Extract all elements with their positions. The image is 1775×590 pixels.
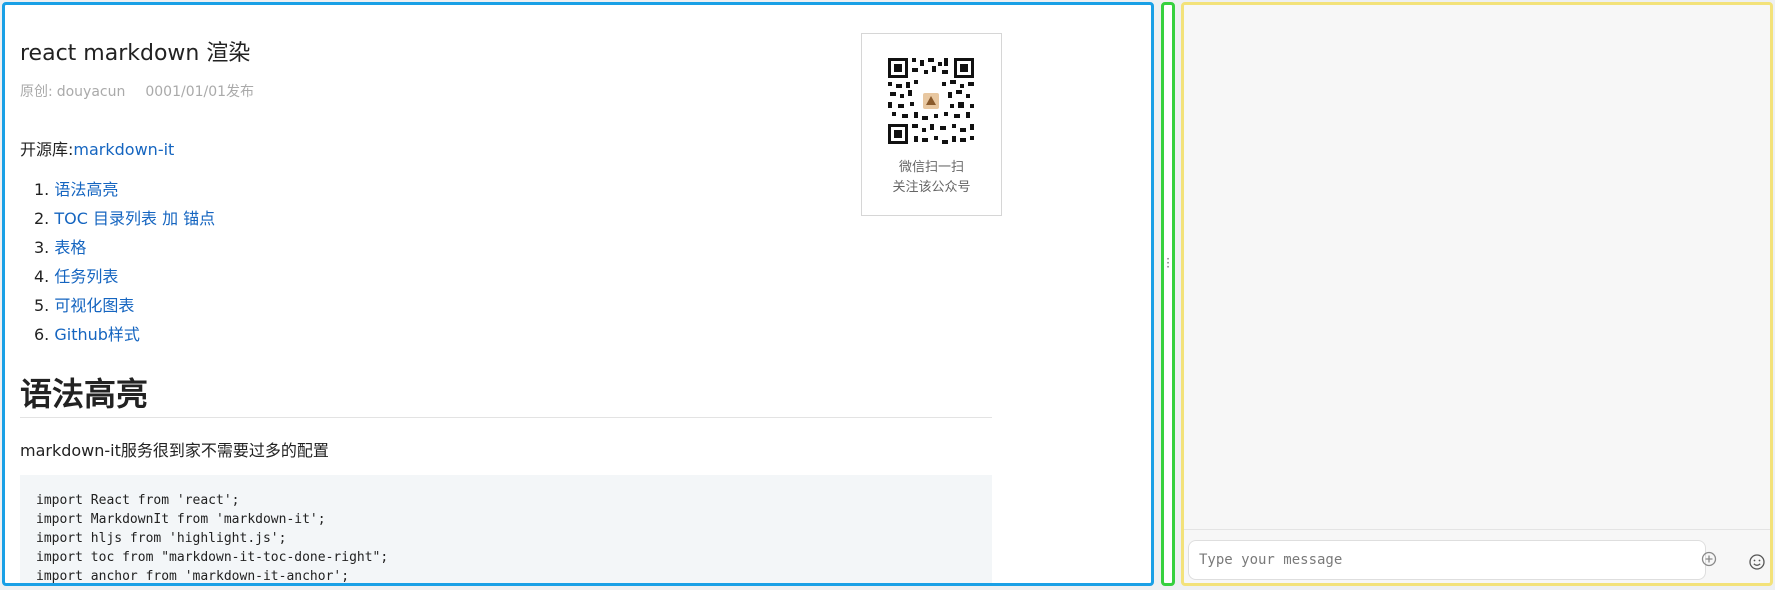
panel-resize-handle[interactable]: · · · [1161, 2, 1175, 586]
qr-caption-line2: 关注该公众号 [892, 180, 971, 195]
toc-item: 2. TOC 目录列表 加 锚点 [34, 209, 216, 228]
toc-link-task-list[interactable]: 任务列表 [54, 267, 118, 286]
meta-author: douyacun [56, 84, 126, 100]
chat-divider [1184, 529, 1770, 530]
markdown-it-link[interactable]: markdown-it [73, 140, 174, 159]
toc-link-toc-anchor[interactable]: TOC 目录列表 加 锚点 [54, 209, 215, 228]
toc-link-table[interactable]: 表格 [54, 238, 86, 257]
message-composer [1188, 540, 1717, 580]
qr-caption: 微信扫一扫 关注该公众号 [862, 158, 1001, 198]
qr-code-image [886, 56, 976, 146]
meta-date: 0001/01/01发布 [145, 84, 255, 100]
plus-circle-icon[interactable] [1699, 549, 1719, 569]
section-heading: 语法高亮 [20, 375, 149, 413]
toc-link-github-style[interactable]: Github样式 [54, 325, 140, 344]
article-title: react markdown 渲染 [20, 41, 251, 66]
library-line: 开源库:markdown-it [20, 136, 174, 160]
qr-caption-line1: 微信扫一扫 [898, 160, 964, 175]
code-line: import toc from "markdown-it-toc-done-ri… [36, 550, 389, 565]
code-line: import anchor from 'markdown-it-anchor'; [36, 569, 350, 584]
meta-origin: 原创: douyacun [20, 84, 126, 100]
code-block: import React from 'react'; import Markdo… [20, 475, 992, 584]
chat-panel [1181, 2, 1773, 586]
code-line: import MarkdownIt from 'markdown-it'; [36, 512, 326, 527]
article-panel: react markdown 渲染 原创: douyacun 0001/01/01发… [2, 2, 1154, 586]
qr-card: 微信扫一扫 关注该公众号 [861, 33, 1002, 216]
smiley-icon[interactable] [1747, 552, 1767, 572]
toc-list: 1. 语法高亮 2. TOC 目录列表 加 锚点 3. 表格 4. 任务列表 5… [34, 175, 215, 349]
article-meta: 原创: douyacun 0001/01/01发布 [20, 81, 264, 101]
library-label: 开源库: [20, 140, 74, 159]
drag-handle-icon: · · · [1166, 252, 1170, 274]
code-line: import React from 'react'; [36, 493, 240, 508]
toc-item: 6. Github样式 [34, 325, 140, 344]
heading-divider [20, 417, 992, 418]
chat-message-area [1184, 5, 1770, 529]
toc-item: 5. 可视化图表 [34, 296, 135, 315]
toc-link-charts[interactable]: 可视化图表 [54, 296, 134, 315]
toc-item: 3. 表格 [34, 238, 87, 257]
message-input[interactable] [1199, 547, 1639, 573]
section-paragraph: markdown-it服务很到家不需要过多的配置 [20, 441, 329, 460]
code-line: import hljs from 'highlight.js'; [36, 531, 287, 546]
toc-item: 4. 任务列表 [34, 267, 119, 286]
toc-link-syntax-highlight[interactable]: 语法高亮 [54, 180, 118, 199]
toc-item: 1. 语法高亮 [34, 180, 119, 199]
